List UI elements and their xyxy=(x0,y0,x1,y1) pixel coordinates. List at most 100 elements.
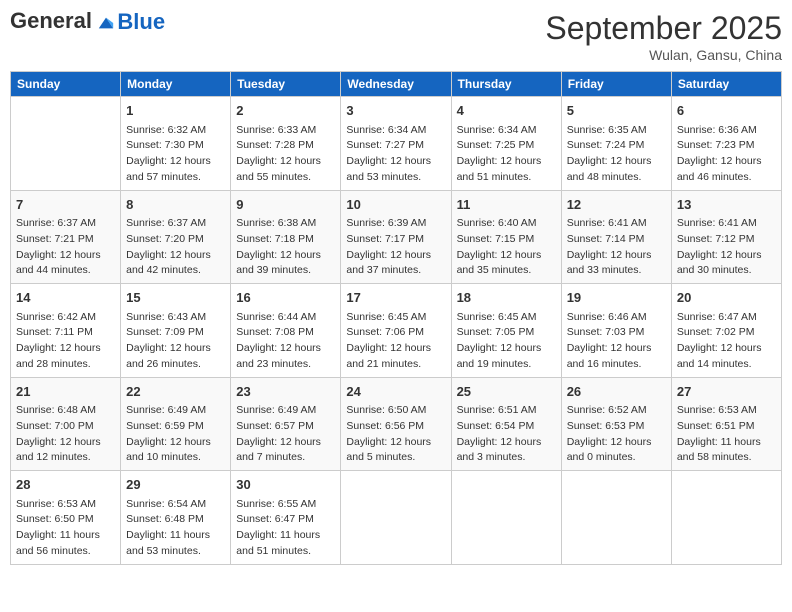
day-number: 30 xyxy=(236,475,335,495)
day-detail: Sunrise: 6:53 AM Sunset: 6:50 PM Dayligh… xyxy=(16,497,115,560)
calendar-cell: 26Sunrise: 6:52 AM Sunset: 6:53 PM Dayli… xyxy=(561,377,671,471)
calendar-cell xyxy=(561,471,671,565)
day-number: 8 xyxy=(126,195,225,215)
day-number: 3 xyxy=(346,101,445,121)
day-of-week-header: Monday xyxy=(121,72,231,97)
logo-icon xyxy=(97,14,115,32)
day-detail: Sunrise: 6:37 AM Sunset: 7:21 PM Dayligh… xyxy=(16,216,115,279)
day-detail: Sunrise: 6:53 AM Sunset: 6:51 PM Dayligh… xyxy=(677,403,776,466)
calendar-cell: 28Sunrise: 6:53 AM Sunset: 6:50 PM Dayli… xyxy=(11,471,121,565)
calendar-cell: 4Sunrise: 6:34 AM Sunset: 7:25 PM Daylig… xyxy=(451,97,561,191)
day-of-week-header: Wednesday xyxy=(341,72,451,97)
day-number: 15 xyxy=(126,288,225,308)
day-number: 20 xyxy=(677,288,776,308)
day-number: 10 xyxy=(346,195,445,215)
day-detail: Sunrise: 6:43 AM Sunset: 7:09 PM Dayligh… xyxy=(126,310,225,373)
page-header: General Blue September 2025 Wulan, Gansu… xyxy=(10,10,782,63)
day-number: 2 xyxy=(236,101,335,121)
day-detail: Sunrise: 6:45 AM Sunset: 7:06 PM Dayligh… xyxy=(346,310,445,373)
day-detail: Sunrise: 6:35 AM Sunset: 7:24 PM Dayligh… xyxy=(567,123,666,186)
calendar-cell: 16Sunrise: 6:44 AM Sunset: 7:08 PM Dayli… xyxy=(231,284,341,378)
day-number: 4 xyxy=(457,101,556,121)
day-of-week-header: Saturday xyxy=(671,72,781,97)
calendar-cell xyxy=(671,471,781,565)
day-detail: Sunrise: 6:33 AM Sunset: 7:28 PM Dayligh… xyxy=(236,123,335,186)
day-of-week-header: Thursday xyxy=(451,72,561,97)
calendar-cell: 17Sunrise: 6:45 AM Sunset: 7:06 PM Dayli… xyxy=(341,284,451,378)
calendar-cell: 25Sunrise: 6:51 AM Sunset: 6:54 PM Dayli… xyxy=(451,377,561,471)
day-number: 18 xyxy=(457,288,556,308)
day-detail: Sunrise: 6:55 AM Sunset: 6:47 PM Dayligh… xyxy=(236,497,335,560)
calendar-cell: 11Sunrise: 6:40 AM Sunset: 7:15 PM Dayli… xyxy=(451,190,561,284)
title-block: September 2025 Wulan, Gansu, China xyxy=(545,10,782,63)
calendar-cell: 9Sunrise: 6:38 AM Sunset: 7:18 PM Daylig… xyxy=(231,190,341,284)
day-number: 29 xyxy=(126,475,225,495)
day-detail: Sunrise: 6:34 AM Sunset: 7:27 PM Dayligh… xyxy=(346,123,445,186)
day-number: 19 xyxy=(567,288,666,308)
calendar-cell: 14Sunrise: 6:42 AM Sunset: 7:11 PM Dayli… xyxy=(11,284,121,378)
day-detail: Sunrise: 6:41 AM Sunset: 7:12 PM Dayligh… xyxy=(677,216,776,279)
day-detail: Sunrise: 6:38 AM Sunset: 7:18 PM Dayligh… xyxy=(236,216,335,279)
calendar-week-row: 21Sunrise: 6:48 AM Sunset: 7:00 PM Dayli… xyxy=(11,377,782,471)
day-number: 26 xyxy=(567,382,666,402)
day-number: 28 xyxy=(16,475,115,495)
day-detail: Sunrise: 6:46 AM Sunset: 7:03 PM Dayligh… xyxy=(567,310,666,373)
day-detail: Sunrise: 6:54 AM Sunset: 6:48 PM Dayligh… xyxy=(126,497,225,560)
day-number: 13 xyxy=(677,195,776,215)
calendar-header-row: SundayMondayTuesdayWednesdayThursdayFrid… xyxy=(11,72,782,97)
month-title: September 2025 xyxy=(545,10,782,47)
calendar-cell: 23Sunrise: 6:49 AM Sunset: 6:57 PM Dayli… xyxy=(231,377,341,471)
day-detail: Sunrise: 6:32 AM Sunset: 7:30 PM Dayligh… xyxy=(126,123,225,186)
calendar-cell: 15Sunrise: 6:43 AM Sunset: 7:09 PM Dayli… xyxy=(121,284,231,378)
calendar-cell: 5Sunrise: 6:35 AM Sunset: 7:24 PM Daylig… xyxy=(561,97,671,191)
day-detail: Sunrise: 6:51 AM Sunset: 6:54 PM Dayligh… xyxy=(457,403,556,466)
day-detail: Sunrise: 6:37 AM Sunset: 7:20 PM Dayligh… xyxy=(126,216,225,279)
calendar-cell: 21Sunrise: 6:48 AM Sunset: 7:00 PM Dayli… xyxy=(11,377,121,471)
calendar-cell: 13Sunrise: 6:41 AM Sunset: 7:12 PM Dayli… xyxy=(671,190,781,284)
calendar-cell: 7Sunrise: 6:37 AM Sunset: 7:21 PM Daylig… xyxy=(11,190,121,284)
day-of-week-header: Friday xyxy=(561,72,671,97)
calendar-cell: 18Sunrise: 6:45 AM Sunset: 7:05 PM Dayli… xyxy=(451,284,561,378)
calendar-cell: 3Sunrise: 6:34 AM Sunset: 7:27 PM Daylig… xyxy=(341,97,451,191)
calendar-cell xyxy=(451,471,561,565)
day-number: 25 xyxy=(457,382,556,402)
day-number: 16 xyxy=(236,288,335,308)
day-number: 9 xyxy=(236,195,335,215)
calendar-cell: 24Sunrise: 6:50 AM Sunset: 6:56 PM Dayli… xyxy=(341,377,451,471)
day-detail: Sunrise: 6:39 AM Sunset: 7:17 PM Dayligh… xyxy=(346,216,445,279)
day-detail: Sunrise: 6:34 AM Sunset: 7:25 PM Dayligh… xyxy=(457,123,556,186)
day-number: 17 xyxy=(346,288,445,308)
day-detail: Sunrise: 6:41 AM Sunset: 7:14 PM Dayligh… xyxy=(567,216,666,279)
day-number: 11 xyxy=(457,195,556,215)
day-detail: Sunrise: 6:40 AM Sunset: 7:15 PM Dayligh… xyxy=(457,216,556,279)
day-number: 21 xyxy=(16,382,115,402)
day-of-week-header: Tuesday xyxy=(231,72,341,97)
day-number: 7 xyxy=(16,195,115,215)
calendar-week-row: 7Sunrise: 6:37 AM Sunset: 7:21 PM Daylig… xyxy=(11,190,782,284)
day-number: 14 xyxy=(16,288,115,308)
day-detail: Sunrise: 6:36 AM Sunset: 7:23 PM Dayligh… xyxy=(677,123,776,186)
logo: General Blue xyxy=(10,10,165,34)
logo-general: General xyxy=(10,8,92,33)
logo-blue: Blue xyxy=(117,9,165,34)
day-number: 22 xyxy=(126,382,225,402)
calendar-cell: 10Sunrise: 6:39 AM Sunset: 7:17 PM Dayli… xyxy=(341,190,451,284)
calendar-cell xyxy=(341,471,451,565)
calendar-cell: 22Sunrise: 6:49 AM Sunset: 6:59 PM Dayli… xyxy=(121,377,231,471)
day-number: 23 xyxy=(236,382,335,402)
day-detail: Sunrise: 6:50 AM Sunset: 6:56 PM Dayligh… xyxy=(346,403,445,466)
day-of-week-header: Sunday xyxy=(11,72,121,97)
day-detail: Sunrise: 6:48 AM Sunset: 7:00 PM Dayligh… xyxy=(16,403,115,466)
calendar-cell: 12Sunrise: 6:41 AM Sunset: 7:14 PM Dayli… xyxy=(561,190,671,284)
calendar-cell xyxy=(11,97,121,191)
calendar-cell: 27Sunrise: 6:53 AM Sunset: 6:51 PM Dayli… xyxy=(671,377,781,471)
calendar-cell: 30Sunrise: 6:55 AM Sunset: 6:47 PM Dayli… xyxy=(231,471,341,565)
calendar-cell: 29Sunrise: 6:54 AM Sunset: 6:48 PM Dayli… xyxy=(121,471,231,565)
calendar-cell: 6Sunrise: 6:36 AM Sunset: 7:23 PM Daylig… xyxy=(671,97,781,191)
location-subtitle: Wulan, Gansu, China xyxy=(545,47,782,63)
day-detail: Sunrise: 6:52 AM Sunset: 6:53 PM Dayligh… xyxy=(567,403,666,466)
day-detail: Sunrise: 6:47 AM Sunset: 7:02 PM Dayligh… xyxy=(677,310,776,373)
calendar-week-row: 14Sunrise: 6:42 AM Sunset: 7:11 PM Dayli… xyxy=(11,284,782,378)
day-detail: Sunrise: 6:44 AM Sunset: 7:08 PM Dayligh… xyxy=(236,310,335,373)
day-detail: Sunrise: 6:49 AM Sunset: 6:57 PM Dayligh… xyxy=(236,403,335,466)
